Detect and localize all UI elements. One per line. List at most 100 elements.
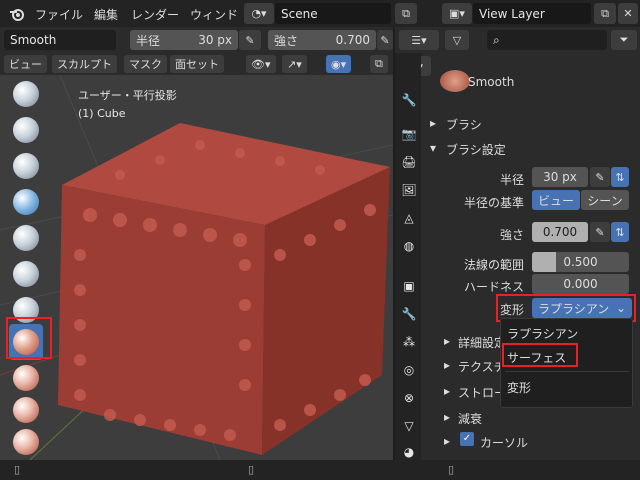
search-input[interactable]: ⌕ — [487, 30, 607, 50]
highlight-surface — [502, 343, 578, 367]
tab-constraints-icon[interactable]: ⊗ — [398, 387, 420, 409]
section-stroke[interactable]: ストロー — [458, 384, 506, 401]
pen-pressure-icon[interactable]: ✎ — [239, 30, 261, 50]
details-arrow-icon[interactable]: ▸ — [444, 334, 450, 348]
strength-pressure-icon[interactable]: ✎ — [590, 222, 610, 242]
stroke-arrow-icon[interactable]: ▸ — [444, 384, 450, 398]
tab-view-layer-icon[interactable]: 🖼 — [398, 179, 420, 201]
brush-title: Smooth — [468, 75, 515, 89]
brush-name-field[interactable]: Smooth — [4, 30, 116, 50]
mouse-left-icon: ▯ — [14, 463, 21, 476]
strength-jitter-icon[interactable]: ⇅ — [611, 222, 629, 242]
brush-section-arrow-icon[interactable]: ▸ — [430, 116, 436, 130]
tool-blob-icon[interactable] — [10, 222, 42, 254]
cursor-checkbox[interactable]: ✓ — [460, 432, 474, 446]
section-brush[interactable]: ブラシ — [446, 116, 482, 133]
tool-draw-icon[interactable] — [10, 78, 42, 110]
copy-scene-icon[interactable]: ⧉ — [395, 3, 417, 24]
section-falloff[interactable]: 減衰 — [458, 410, 482, 427]
normal-radius-label: 法線の範囲 — [463, 258, 524, 272]
tab-data-icon[interactable]: ▽ — [398, 415, 420, 437]
tool-scrape-icon[interactable] — [10, 426, 42, 458]
tool-clay-icon[interactable] — [10, 114, 42, 146]
tab-output-icon[interactable]: 🖨 — [398, 151, 420, 173]
hardness-field[interactable]: 0.000 — [532, 274, 629, 294]
3d-viewport[interactable]: ユーザー・平行投影 (1) Cube — [0, 75, 393, 460]
strength-label-panel: 強さ — [499, 228, 524, 242]
close-icon[interactable]: ✕ — [618, 3, 638, 24]
tab-render-icon[interactable]: 📷 — [398, 123, 420, 145]
tab-scene-icon[interactable]: ◬ — [398, 207, 420, 229]
scene-name-field[interactable]: Scene — [275, 3, 391, 24]
overlay-icon[interactable]: ◉▾ — [326, 55, 352, 73]
cursor-arrow-icon[interactable]: ▸ — [444, 434, 450, 448]
xray-icon[interactable]: ⧉ — [370, 55, 388, 73]
tab-modifier-icon[interactable]: 🔧 — [398, 303, 420, 325]
object-label: (1) Cube — [78, 107, 126, 120]
visibility-eye-icon[interactable]: 👁▾ — [246, 55, 276, 73]
section-cursor[interactable]: カーソル — [480, 434, 528, 451]
outliner-display-icon[interactable]: ☰▾ — [399, 30, 439, 50]
menu-divider — [505, 371, 629, 372]
top-menu-bar: ファイル 編集 レンダー ウィンド ◔▾ Scene ⧉ ▣▾ View Lay… — [0, 0, 640, 27]
menu-edit[interactable]: 編集 — [94, 6, 118, 23]
highlight-smooth-tool — [6, 317, 52, 359]
menu-render[interactable]: レンダー — [131, 6, 179, 23]
tab-world-icon[interactable]: ◍ — [398, 235, 420, 257]
strength-field[interactable]: 0.700 — [532, 222, 588, 242]
radius-unit-label: 半径の基準 — [463, 196, 524, 210]
brush-settings-arrow-icon[interactable]: ▾ — [430, 141, 436, 155]
pen-pressure-strength-icon[interactable]: ✎ — [377, 30, 393, 50]
menu-sculpt[interactable]: スカルプト — [52, 55, 117, 73]
section-texture[interactable]: テクスチ — [458, 358, 506, 375]
option-laplacian[interactable]: ラプラシアン — [507, 325, 578, 342]
viewport-header: ビュー スカルプト マスク 面セット 👁▾ ↗▾ ◉▾ ⧉ — [0, 53, 393, 75]
view-mode-label: ユーザー・平行投影 — [78, 89, 177, 102]
tab-particles-icon[interactable]: ⁂ — [398, 331, 420, 353]
filter-icon[interactable]: ⏷ — [611, 30, 637, 50]
tool-flatten-icon[interactable] — [10, 362, 42, 394]
normal-radius-field[interactable]: 0.500 — [532, 252, 629, 272]
tool-fill-icon[interactable] — [10, 394, 42, 426]
strength-slider[interactable]: 強さ 0.700 — [268, 30, 376, 50]
section-details[interactable]: 詳細設定 — [458, 334, 506, 351]
radius-field[interactable]: 30 px — [532, 167, 588, 187]
radius-slider[interactable]: 半径 30 px — [130, 30, 238, 50]
mouse-middle-icon: ▯ — [248, 463, 255, 476]
view-layer-field[interactable]: View Layer — [473, 3, 591, 24]
brush-preview-icon — [440, 70, 470, 92]
tool-inflate-icon[interactable] — [10, 186, 42, 218]
strength-value: 0.700 — [335, 33, 370, 47]
status-bar: ▯ ▯ ▯ — [0, 460, 640, 480]
radius-jitter-icon[interactable]: ⇅ — [611, 167, 629, 187]
texture-arrow-icon[interactable]: ▸ — [444, 358, 450, 372]
mouse-right-icon: ▯ — [448, 463, 455, 476]
radius-label-panel: 半径 — [499, 173, 524, 187]
section-brush-settings[interactable]: ブラシ設定 — [446, 141, 506, 158]
menu-view[interactable]: ビュー — [4, 55, 47, 73]
copy-view-layer-icon[interactable]: ⧉ — [594, 3, 616, 24]
menu-face-sets[interactable]: 面セット — [170, 55, 224, 73]
tool-crease-icon[interactable] — [10, 258, 42, 290]
falloff-arrow-icon[interactable]: ▸ — [444, 410, 450, 424]
menu-mask[interactable]: マスク — [124, 55, 167, 73]
tool-layer-icon[interactable] — [10, 150, 42, 182]
view-layer-selector-icon[interactable]: ▣▾ — [442, 3, 472, 24]
tab-tool-icon[interactable]: 🔧 — [398, 89, 420, 111]
menu-header: 変形 — [507, 381, 532, 395]
radius-pressure-icon[interactable]: ✎ — [590, 167, 610, 187]
tab-physics-icon[interactable]: ◎ — [398, 359, 420, 381]
menu-window[interactable]: ウィンド — [190, 6, 238, 23]
blender-logo-icon[interactable] — [6, 4, 28, 23]
properties-tabs: 🔧 📷 🖨 🖼 ◬ ◍ ▣ 🔧 ⁂ ◎ ⊗ ▽ ◕ — [395, 53, 421, 460]
filter-toggle-icon[interactable]: ▽ — [445, 30, 469, 50]
gizmo-icon[interactable]: ↗▾ — [282, 55, 307, 73]
scene-selector-icon[interactable]: ◔▾ — [244, 3, 274, 24]
tab-object-icon[interactable]: ▣ — [398, 275, 420, 297]
tool-header: Smooth 半径 30 px ✎ 強さ 0.700 ✎ — [0, 27, 393, 53]
normal-radius-value: 0.500 — [563, 255, 598, 269]
unit-view-button[interactable]: ビュー — [532, 190, 580, 210]
menu-file[interactable]: ファイル — [35, 6, 83, 23]
unit-scene-button[interactable]: シーン — [581, 190, 629, 210]
normal-radius-fill — [532, 252, 556, 272]
